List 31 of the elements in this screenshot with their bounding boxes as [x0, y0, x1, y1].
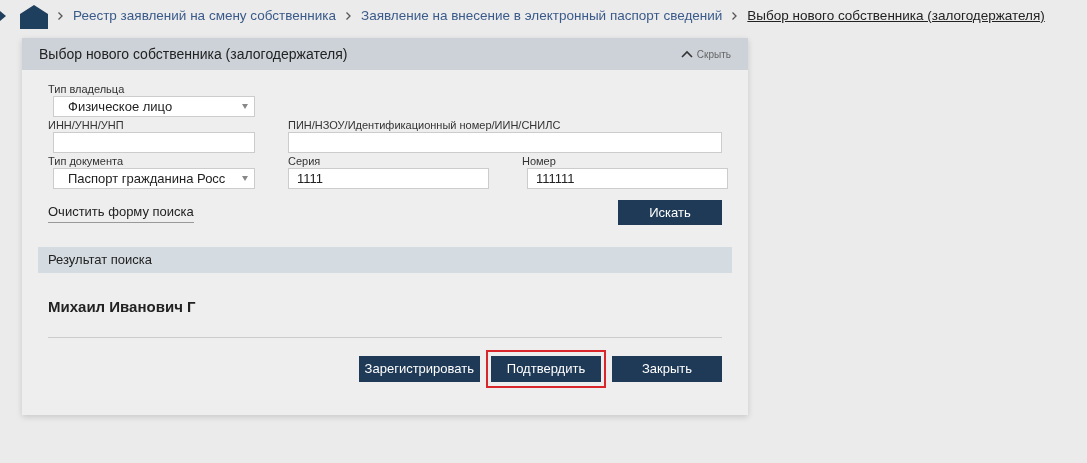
- chevron-up-icon: [680, 50, 693, 58]
- caret-icon: [242, 176, 248, 181]
- result-name[interactable]: Михаил Иванович Г: [48, 298, 196, 315]
- action-button[interactable]: Зарегистрировать: [358, 356, 480, 382]
- home-icon[interactable]: [0, 3, 48, 29]
- breadcrumb-link[interactable]: Заявление на внесение в электронный паспорт сведений: [361, 5, 723, 27]
- input-field[interactable]: [288, 132, 722, 153]
- field-label: Номер: [522, 154, 557, 168]
- breadcrumb-link[interactable]: Выбор нового собственника (залогодержателя): [747, 5, 1045, 27]
- collapse-button[interactable]: Скрыть: [680, 46, 731, 62]
- field-label: Серия: [288, 154, 322, 168]
- breadcrumb-link[interactable]: Реестр заявлений на смену собственника: [73, 5, 336, 27]
- chevron-icon: [732, 12, 738, 20]
- caret-icon: [242, 104, 248, 109]
- action-button[interactable]: Подтвердить: [491, 356, 601, 382]
- chevron-icon: [58, 12, 63, 20]
- field-label: Тип владельца: [48, 82, 126, 96]
- input-field[interactable]: 111111: [527, 168, 728, 189]
- panel-title: Выбор нового собственника (залогодержателя): [39, 44, 348, 64]
- field-label: ПИН/НЗОУ/Идентификационный номер/ИИН/СНИЛС: [288, 118, 562, 132]
- dropdown[interactable]: Физическое лицо: [53, 96, 255, 117]
- chevron-icon: [346, 12, 351, 20]
- action-button[interactable]: Закрыть: [612, 356, 722, 382]
- dropdown[interactable]: Паспорт гражданина Росс: [53, 168, 255, 189]
- result-header: Результат поиска: [38, 247, 732, 273]
- field-label: ИНН/УНН/УНП: [48, 118, 125, 132]
- clear-form-link[interactable]: Очистить форму поиска: [48, 202, 194, 223]
- input-field[interactable]: 1111: [288, 168, 489, 189]
- search-button[interactable]: Искать: [618, 200, 722, 225]
- input-field[interactable]: [53, 132, 255, 153]
- field-label: Тип документа: [48, 154, 125, 168]
